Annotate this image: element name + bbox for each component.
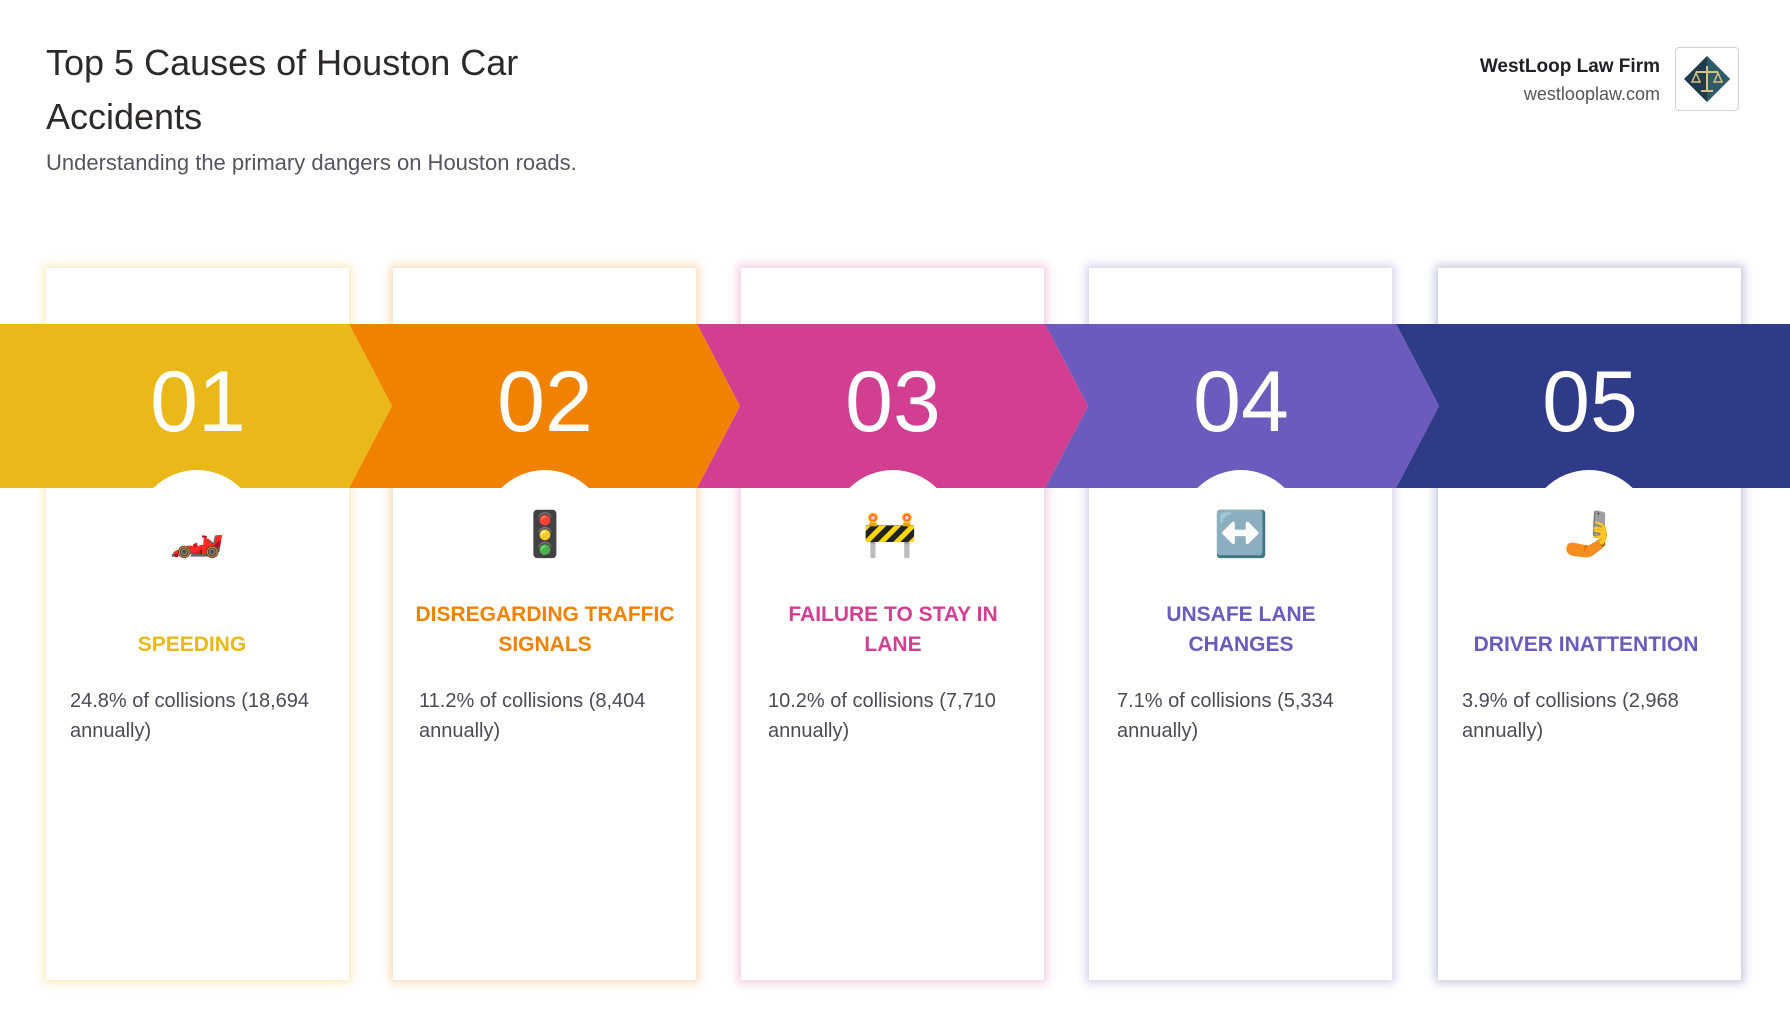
cause-title-5: DRIVER INATTENTION [1473,633,1699,656]
left-right-arrow-icon: ↔️ [1213,510,1269,559]
race-car-icon: 🏎️ [169,510,225,559]
cause-title-4: UNSAFE LANE CHANGES [1166,603,1316,656]
page-title: Top 5 Causes of Houston Car Accidents [46,42,519,137]
traffic-light-icon: 🚦 [517,510,573,559]
brand-website: westlooplaw.com [1523,84,1660,104]
cause-description-5: 3.9% of collisions (2,968 annually) [1462,690,1679,742]
cause-title-1: SPEEDING [137,633,247,656]
brand-name: WestLoop Law Firm [1479,56,1660,77]
cause-number-3: 03 [845,354,941,450]
cause-title-2: DISREGARDING TRAFFIC SIGNALS [415,603,675,656]
cause-number-2: 02 [497,354,593,450]
brand-block: WestLoop Law Firm westlooplaw.com [1480,56,1660,105]
cause-number-5: 05 [1542,354,1638,450]
cause-description-2: 11.2% of collisions (8,404 annually) [419,690,646,742]
cause-title-3: FAILURE TO STAY IN LANE [788,603,998,656]
page-subtitle: Understanding the primary dangers on Hou… [46,150,577,175]
cause-number-4: 04 [1193,354,1289,450]
construction-barrier-icon: 🚧 [862,510,918,559]
selfie-phone-icon: 🤳 [1561,510,1617,559]
cause-description-1: 24.8% of collisions (18,694 annually) [70,690,310,742]
cause-description-3: 10.2% of collisions (7,710 annually) [768,690,996,742]
cause-number-1: 01 [150,354,246,450]
cause-description-4: 7.1% of collisions (5,334 annually) [1117,690,1334,742]
scales-of-justice-icon [1675,47,1739,111]
